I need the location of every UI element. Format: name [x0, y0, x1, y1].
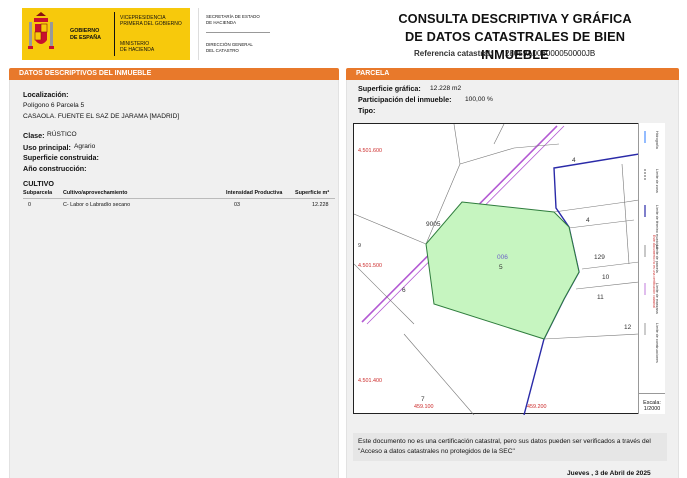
- cultivo-title: CULTIVO: [23, 179, 55, 188]
- coord-y3: 4.501.400: [358, 378, 382, 384]
- col-cultivo: Cultivo/aprovechamiento: [63, 190, 128, 196]
- uso-label: Uso principal:: [23, 143, 71, 152]
- parcel-line: [621, 163, 630, 265]
- superficie-grafica-label: Superficie gráfica:: [358, 84, 421, 93]
- logo-divider: [114, 12, 115, 56]
- verification-note: Este documento no es una certificación c…: [353, 433, 667, 461]
- coat-of-arms-icon: [28, 12, 54, 49]
- map-label-4a: 4: [572, 157, 576, 164]
- gobierno-logo: GOBIERNO DE ESPAÑA VICEPRESIDENCIA PRIME…: [22, 8, 190, 60]
- descriptive-panel: [9, 80, 339, 478]
- anio-construccion-label: Año construcción:: [23, 164, 87, 173]
- coord-x2: 459.200: [527, 404, 547, 410]
- map-label-10: 10: [602, 274, 610, 281]
- cell-superficie: 12.228: [312, 202, 329, 208]
- agency-block: SECRETARÍA DE ESTADO DE HACIENDA DIRECCI…: [198, 8, 278, 60]
- agency-divider: [206, 32, 270, 33]
- participacion-value: 100,00 %: [465, 96, 493, 103]
- map-label-9005: 9005: [426, 221, 441, 228]
- section-bar-descriptivos: DATOS DESCRIPTIVOS DEL INMUEBLE: [9, 68, 339, 80]
- participacion-label: Participación del inmueble:: [358, 95, 452, 104]
- localizacion-line1: Polígono 6 Parcela 5: [23, 102, 85, 109]
- map-label-9: 9: [358, 243, 361, 249]
- direccion-text: DIRECCIÓN GENERAL DEL CATASTRO: [206, 42, 253, 53]
- parcel-line: [403, 333, 475, 415]
- legend-zona: Límite de zona: [655, 169, 659, 193]
- parcel-line: [581, 261, 639, 270]
- map-label-11: 11: [597, 294, 604, 301]
- parcel-line: [354, 213, 427, 245]
- clase-label: Clase:: [23, 131, 45, 140]
- cadastral-map[interactable]: 4.501.600 4.501.500 4.501.400 459.100 45…: [353, 123, 665, 415]
- parcel-line: [493, 124, 505, 145]
- map-label-7: 7: [421, 396, 425, 403]
- col-superficie: Superficie m²: [295, 190, 330, 196]
- ref-label: Referencia catastral:: [414, 49, 493, 58]
- ministerio-text: MINISTERIO DE HACIENDA: [120, 41, 155, 53]
- tipo-label: Tipo:: [358, 106, 376, 115]
- legend-note-text: Este documento no es una certificación c…: [652, 235, 656, 308]
- coord-y2: 4.501.500: [358, 263, 382, 269]
- map-label-129: 129: [594, 254, 605, 261]
- parcel-line: [553, 199, 639, 213]
- legend-hidrografia: Hidrografía: [655, 131, 659, 149]
- map-label-4b: 4: [586, 217, 590, 224]
- parcel-line: [453, 124, 560, 165]
- cell-subparcela: 0: [28, 202, 31, 208]
- coord-y1: 4.501.600: [358, 148, 382, 154]
- superficie-grafica-value: 12.228 m2: [430, 85, 462, 92]
- section-bar-parcela: PARCELA: [346, 68, 679, 80]
- legend-note: Este documento no es una certificación c…: [644, 234, 658, 392]
- clase-value: RÚSTICO: [47, 131, 77, 138]
- scale-value: 1/2000: [643, 406, 661, 412]
- parcel-code: 006: [497, 254, 508, 261]
- map-drawing: 4.501.600 4.501.500 4.501.400 459.100 45…: [354, 124, 639, 415]
- parcel-line: [354, 263, 415, 325]
- col-subparcela: Subparcela: [23, 190, 53, 196]
- parcel-line: [568, 219, 635, 229]
- table-divider: [23, 198, 335, 199]
- parcel-line: [543, 333, 639, 340]
- document-header: GOBIERNO DE ESPAÑA VICEPRESIDENCIA PRIME…: [0, 0, 687, 64]
- uso-value: Agrario: [74, 143, 96, 150]
- col-intensidad: Intensidad Productiva: [226, 190, 283, 196]
- parcel-number: 5: [499, 264, 503, 271]
- ref-value: 28059A006000050000JB: [504, 49, 596, 58]
- referencia-catastral: Referencia catastral: 28059A006000050000…: [414, 49, 595, 58]
- superficie-construida-label: Superficie construida:: [23, 153, 99, 162]
- legend-note-drawing: Este documento no es una certificación c…: [652, 235, 656, 308]
- map-label-6: 6: [402, 287, 406, 294]
- gobierno-text: GOBIERNO DE ESPAÑA: [70, 28, 102, 41]
- parcel-line: [575, 281, 639, 290]
- vicepresidencia-text: VICEPRESIDENCIA PRIMERA DEL GOBIERNO: [120, 15, 182, 27]
- cell-intensidad: 03: [234, 202, 240, 208]
- scale-box: Escala: 1/2000: [638, 393, 665, 414]
- localizacion-label: Localización:: [23, 90, 69, 99]
- localizacion-line2: CASAOLA. FUENTE EL SAZ DE JARAMA [MADRID…: [23, 113, 180, 120]
- cell-cultivo: C- Labor o Labradío secano: [63, 202, 131, 208]
- coord-x1: 459.100: [414, 404, 434, 410]
- map-label-12: 12: [624, 324, 632, 331]
- document-date: Jueves , 3 de Abril de 2025: [567, 470, 651, 477]
- secretaria-text: SECRETARÍA DE ESTADO DE HACIENDA: [206, 14, 260, 25]
